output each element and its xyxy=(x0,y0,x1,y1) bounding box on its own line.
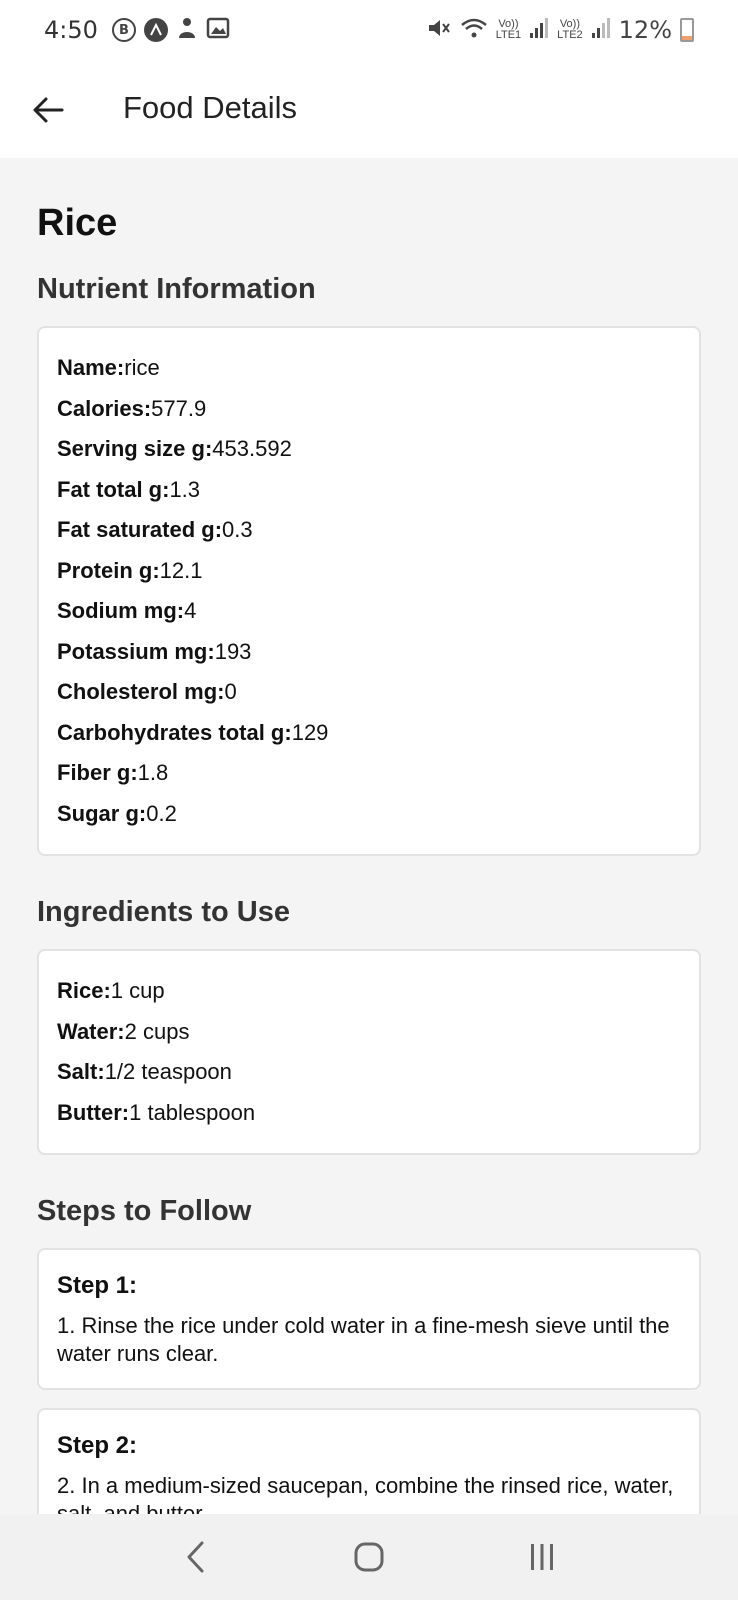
recents-nav-icon xyxy=(530,1544,553,1570)
home-nav-button[interactable] xyxy=(339,1527,399,1587)
person-icon xyxy=(176,16,198,44)
app-bar: Food Details xyxy=(0,60,738,158)
step-title: Step 2: xyxy=(57,1432,138,1459)
battery-percent: 12% xyxy=(618,16,672,44)
ingredient-value: 1 tablespoon xyxy=(129,1099,256,1125)
signal-bars-icon xyxy=(529,17,549,44)
nutrient-row-carbohydrates: Carbohydrates total g:129 xyxy=(57,713,681,754)
sim2-signal: Vo)) LTE2 xyxy=(557,19,582,41)
nutrient-row-cholesterol: Cholesterol mg:0 xyxy=(57,672,681,713)
b-circle-icon: B xyxy=(111,18,136,42)
nutrient-value: 4 xyxy=(184,598,197,623)
back-nav-button[interactable] xyxy=(166,1527,226,1587)
step-title: Step 1: xyxy=(57,1272,138,1299)
ingredient-label: Salt: xyxy=(57,1059,105,1084)
ingredients-section-title: Ingredients to Use xyxy=(37,896,290,928)
nutrient-label: Sodium mg: xyxy=(57,598,185,623)
home-nav-icon xyxy=(354,1542,384,1572)
sim2-lte: LTE2 xyxy=(557,29,583,41)
ingredient-label: Butter: xyxy=(57,1099,130,1125)
status-bar: 4:50 B Vo)) LTE1 Vo)) LTE2 12% xyxy=(0,0,738,60)
food-name: Rice xyxy=(37,202,118,244)
mute-icon xyxy=(426,16,452,44)
nutrient-value: 193 xyxy=(214,638,252,664)
nutrient-label: Fat total g: xyxy=(57,476,170,502)
ingredient-row: Rice:1 cup xyxy=(57,971,681,1012)
sim1-signal: Vo)) LTE1 xyxy=(496,19,521,41)
nutrient-row-name: Name:rice xyxy=(57,348,681,389)
nutrient-value: 129 xyxy=(291,719,329,745)
system-status: Vo)) LTE1 Vo)) LTE2 12% xyxy=(426,16,694,44)
arrow-left-icon xyxy=(33,97,64,123)
nutrient-card: Name:rice Calories:577.9 Serving size g:… xyxy=(37,326,701,856)
back-button[interactable] xyxy=(26,88,70,132)
nutrient-row-fat-total: Fat total g:1.3 xyxy=(57,470,681,511)
nutrient-value: 577.9 xyxy=(151,395,207,421)
ingredient-label: Water: xyxy=(57,1018,125,1044)
status-time: 4:50 xyxy=(44,16,98,44)
nutrient-label: Carbohydrates total g: xyxy=(57,719,292,745)
a-circle-icon xyxy=(143,18,168,42)
wifi-icon xyxy=(460,16,488,44)
nutrient-label: Cholesterol mg: xyxy=(57,679,225,704)
notification-icons: B xyxy=(111,16,230,44)
page-title: Food Details xyxy=(123,90,298,125)
step-text: 1. Rinse the rice under cold water in a … xyxy=(57,1313,670,1366)
battery-icon xyxy=(680,18,694,42)
ingredient-value: 1 cup xyxy=(110,978,165,1003)
nutrient-value: rice xyxy=(124,355,160,380)
step-card: Step 1: 1. Rinse the rice under cold wat… xyxy=(37,1248,701,1390)
ingredient-value: 2 cups xyxy=(124,1018,190,1044)
ingredient-value: 1/2 teaspoon xyxy=(104,1059,232,1084)
nutrient-label: Fiber g: xyxy=(57,760,138,785)
nutrient-value: 0 xyxy=(224,679,237,704)
steps-section-title: Steps to Follow xyxy=(37,1195,252,1227)
nutrient-value: 12.1 xyxy=(159,557,203,583)
ingredient-row: Butter:1 tablespoon xyxy=(57,1093,681,1134)
nutrient-label: Protein g: xyxy=(57,557,160,583)
nutrient-label: Name: xyxy=(57,355,125,380)
ingredient-row: Salt:1/2 teaspoon xyxy=(57,1052,681,1093)
nutrient-value: 453.592 xyxy=(212,436,292,461)
nutrient-value: 0.2 xyxy=(146,800,177,826)
nutrient-row-calories: Calories:577.9 xyxy=(57,389,681,430)
system-nav-bar xyxy=(0,1514,738,1600)
nutrient-row-sodium: Sodium mg:4 xyxy=(57,591,681,632)
nutrient-label: Sugar g: xyxy=(57,800,147,826)
nutrient-value: 1.8 xyxy=(137,760,169,785)
nutrient-row-potassium: Potassium mg:193 xyxy=(57,632,681,673)
nutrient-label: Serving size g: xyxy=(57,436,213,461)
nutrient-row-sugar: Sugar g:0.2 xyxy=(57,794,681,835)
nutrient-row-protein: Protein g:12.1 xyxy=(57,551,681,592)
ingredient-label: Rice: xyxy=(57,978,111,1003)
nutrient-row-fat-saturated: Fat saturated g:0.3 xyxy=(57,510,681,551)
signal-bars-icon xyxy=(591,17,611,44)
nutrient-section-title: Nutrient Information xyxy=(37,273,316,305)
image-icon xyxy=(206,17,230,43)
nutrient-label: Potassium mg: xyxy=(57,638,215,664)
ingredients-card: Rice:1 cup Water:2 cups Salt:1/2 teaspoo… xyxy=(37,949,701,1155)
nutrient-value: 0.3 xyxy=(222,517,253,542)
recents-nav-button[interactable] xyxy=(512,1527,572,1587)
food-details-content[interactable]: Rice Nutrient Information Name:rice Calo… xyxy=(0,158,738,1514)
ingredient-row: Water:2 cups xyxy=(57,1012,681,1053)
sim1-lte: LTE1 xyxy=(495,29,522,41)
step-text: 2. In a medium-sized saucepan, combine t… xyxy=(57,1473,674,1514)
nutrient-label: Fat saturated g: xyxy=(57,517,223,542)
step-card: Step 2: 2. In a medium-sized saucepan, c… xyxy=(37,1408,701,1514)
back-nav-icon xyxy=(187,1541,204,1573)
nutrient-label: Calories: xyxy=(57,395,152,421)
nutrient-row-serving-size: Serving size g:453.592 xyxy=(57,429,681,470)
nutrient-row-fiber: Fiber g:1.8 xyxy=(57,753,681,794)
nutrient-value: 1.3 xyxy=(169,476,201,502)
